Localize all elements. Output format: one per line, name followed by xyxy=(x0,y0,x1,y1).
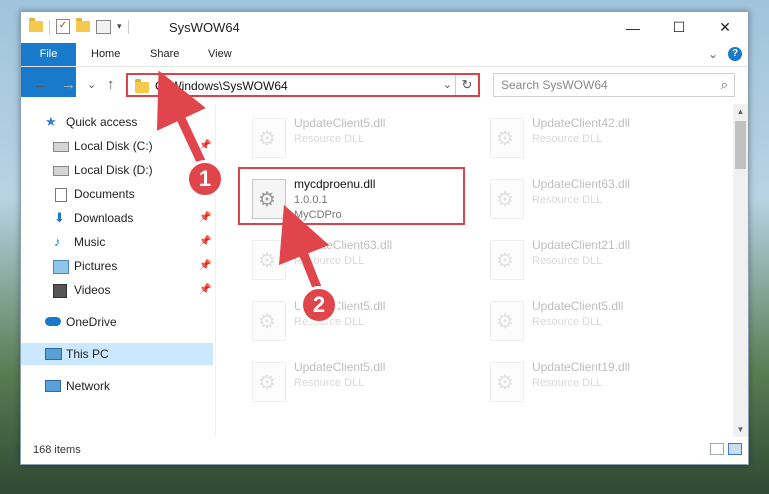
callout-arrows xyxy=(156,70,330,295)
callout-arrow-2 xyxy=(278,204,330,295)
callout-arrow-1 xyxy=(156,70,210,175)
step-2-badge: 2 xyxy=(300,286,338,324)
step-1-badge: 1 xyxy=(186,160,224,198)
